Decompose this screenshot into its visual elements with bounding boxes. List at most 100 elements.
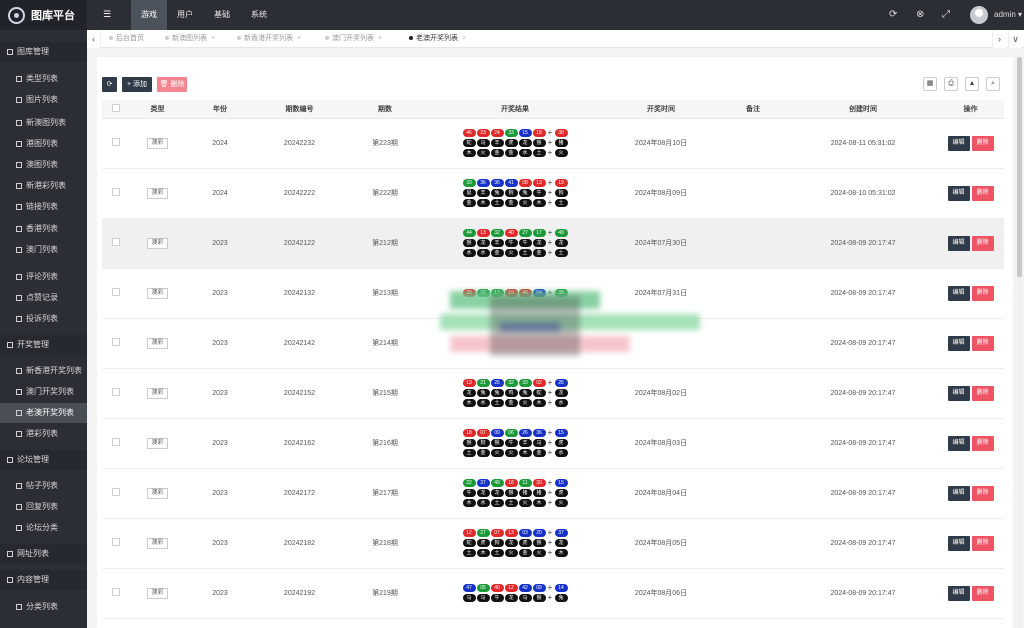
edit-button[interactable]: 编辑 xyxy=(947,585,970,601)
sidebar-item[interactable]: 链接列表 xyxy=(0,197,87,217)
row-checkbox[interactable] xyxy=(111,238,120,246)
avatar[interactable] xyxy=(970,6,988,24)
tab-macau-draw-list[interactable]: 澳门开奖列表 × xyxy=(325,30,382,48)
delete-row-button[interactable]: 删除 xyxy=(971,435,994,451)
sidebar-item[interactable]: 点赞记录 xyxy=(0,288,87,308)
edit-button[interactable]: 编辑 xyxy=(947,135,970,151)
edit-button[interactable]: 编辑 xyxy=(947,235,970,251)
edit-button[interactable]: 编辑 xyxy=(947,435,970,451)
tab-old-macau-draw-list[interactable]: 老澳开奖列表 × xyxy=(409,30,466,48)
clear-cache-icon[interactable]: ⊗ xyxy=(916,9,924,20)
close-icon[interactable]: × xyxy=(211,35,215,42)
menu-toggle-icon[interactable]: ☰ xyxy=(103,9,111,20)
topnav-item-game[interactable]: 游戏 xyxy=(131,0,167,30)
search-icon[interactable]: ⌕ xyxy=(986,77,1000,91)
sidebar-item[interactable]: 港图列表 xyxy=(0,134,87,154)
sidebar-item[interactable]: 澳图列表 xyxy=(0,155,87,175)
sidebar-item[interactable]: 回复列表 xyxy=(0,497,87,517)
refresh-icon[interactable]: ⟳ xyxy=(889,9,897,20)
sidebar-item[interactable]: 新澳图列表 xyxy=(0,113,87,133)
edit-button[interactable]: 编辑 xyxy=(947,185,970,201)
select-all-cell[interactable] xyxy=(102,100,129,119)
sidebar-group[interactable]: 论坛管理 xyxy=(0,450,87,470)
sidebar-item[interactable]: 论坛分类 xyxy=(0,518,87,538)
tab-xinao-image-list[interactable]: 新澳图列表 × xyxy=(165,30,215,48)
topnav-item-basic[interactable]: 基础 xyxy=(207,0,237,30)
select-cell[interactable] xyxy=(102,318,129,369)
sidebar-item[interactable]: 新港彩列表 xyxy=(0,176,87,196)
sidebar-item[interactable]: 老澳开奖列表 xyxy=(0,403,87,423)
select-cell[interactable] xyxy=(102,268,129,319)
delete-row-button[interactable]: 删除 xyxy=(971,385,994,401)
edit-button[interactable]: 编辑 xyxy=(947,385,970,401)
delete-row-button[interactable]: 删除 xyxy=(971,185,994,201)
sidebar-item[interactable]: 分类列表 xyxy=(0,597,87,617)
edit-button[interactable]: 编辑 xyxy=(947,285,970,301)
tab-home[interactable]: 后台首页 xyxy=(109,30,144,48)
close-icon[interactable]: × xyxy=(378,35,382,42)
row-checkbox[interactable] xyxy=(111,138,120,146)
close-icon[interactable]: × xyxy=(297,35,301,42)
sidebar-item-label: 港彩列表 xyxy=(26,429,58,438)
refresh-button[interactable]: ⟳ xyxy=(102,77,117,92)
add-button[interactable]: + 添加 xyxy=(122,77,152,92)
row-checkbox[interactable] xyxy=(111,338,120,346)
row-checkbox[interactable] xyxy=(111,188,120,196)
delete-row-button[interactable]: 删除 xyxy=(971,235,994,251)
delete-button[interactable]: 🗑 删除 xyxy=(157,77,187,92)
row-checkbox[interactable] xyxy=(111,488,120,496)
close-icon[interactable]: × xyxy=(462,35,466,42)
select-cell[interactable] xyxy=(102,218,129,269)
edit-button[interactable]: 编辑 xyxy=(947,535,970,551)
select-cell[interactable] xyxy=(102,368,129,419)
sidebar-item[interactable]: 澳门列表 xyxy=(0,240,87,260)
columns-icon[interactable]: ▦ xyxy=(923,77,937,91)
row-checkbox[interactable] xyxy=(111,438,120,446)
sidebar-item[interactable]: 投诉列表 xyxy=(0,309,87,329)
row-checkbox[interactable] xyxy=(111,288,120,296)
select-cell[interactable] xyxy=(102,468,129,519)
sidebar-item[interactable]: 港彩列表 xyxy=(0,424,87,444)
row-checkbox[interactable] xyxy=(111,388,120,396)
sidebar-group[interactable]: 开奖管理 xyxy=(0,335,87,355)
user-menu[interactable]: admin ▾ xyxy=(994,10,1022,19)
edit-button[interactable]: 编辑 xyxy=(947,335,970,351)
tab-scroll-left-icon[interactable]: ‹ xyxy=(87,30,101,48)
sidebar-group[interactable]: 内容管理 xyxy=(0,570,87,590)
select-all-checkbox[interactable] xyxy=(111,103,120,112)
delete-row-button[interactable]: 删除 xyxy=(971,335,994,351)
select-cell[interactable] xyxy=(102,168,129,219)
page-scrollbar[interactable] xyxy=(1017,57,1022,628)
topnav-item-user[interactable]: 用户 xyxy=(170,0,200,30)
select-cell[interactable] xyxy=(102,518,129,569)
print-icon[interactable]: ⎙ xyxy=(944,77,958,91)
delete-row-button[interactable]: 删除 xyxy=(971,285,994,301)
delete-row-button[interactable]: 删除 xyxy=(971,135,994,151)
tab-scroll-right-icon[interactable]: › xyxy=(992,30,1006,48)
sidebar-item[interactable]: 类型列表 xyxy=(0,69,87,89)
tab-bar: ‹ 后台首页 新澳图列表 × 新香港开奖列表 × 澳门开奖列表 × 老澳开奖列表 × ›… xyxy=(87,30,1024,48)
sidebar-group[interactable]: 网址列表 xyxy=(0,544,87,564)
sidebar-item[interactable]: 评论列表 xyxy=(0,267,87,287)
fullscreen-icon[interactable]: ⤢ xyxy=(942,9,950,20)
sidebar-item[interactable]: 图片列表 xyxy=(0,90,87,110)
edit-button[interactable]: 编辑 xyxy=(947,485,970,501)
tab-hk-draw-list[interactable]: 新香港开奖列表 × xyxy=(237,30,301,48)
sidebar-item[interactable]: 新香港开奖列表 xyxy=(0,361,87,381)
sidebar-item[interactable]: 香港列表 xyxy=(0,219,87,239)
tab-menu-icon[interactable]: ∨ xyxy=(1008,30,1022,48)
sidebar-group[interactable]: 图库管理 xyxy=(0,42,87,62)
row-checkbox[interactable] xyxy=(111,538,120,546)
delete-row-button[interactable]: 删除 xyxy=(971,535,994,551)
export-icon[interactable]: ▲ xyxy=(965,77,979,91)
select-cell[interactable] xyxy=(102,118,129,169)
delete-row-button[interactable]: 删除 xyxy=(971,485,994,501)
sidebar-item[interactable]: 帖子列表 xyxy=(0,476,87,496)
scrollbar-thumb[interactable] xyxy=(1017,57,1022,277)
delete-row-button[interactable]: 删除 xyxy=(971,585,994,601)
row-checkbox[interactable] xyxy=(111,588,120,596)
topnav-item-system[interactable]: 系统 xyxy=(244,0,274,30)
select-cell[interactable] xyxy=(102,418,129,469)
sidebar-item[interactable]: 澳门开奖列表 xyxy=(0,382,87,402)
select-cell[interactable] xyxy=(102,568,129,619)
